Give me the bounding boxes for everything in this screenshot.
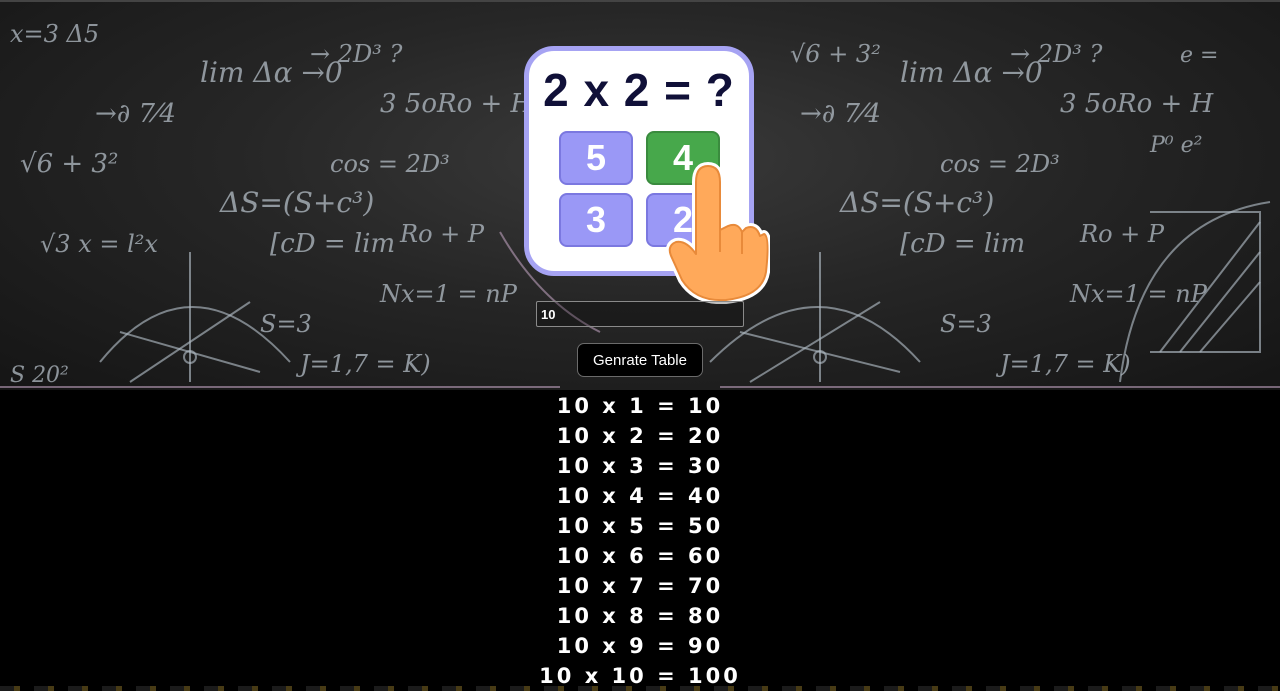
generate-table-button[interactable]: Genrate Table	[577, 343, 703, 377]
svg-text:Nx=1 = nP: Nx=1 = nP	[1069, 280, 1208, 308]
svg-text:3 5oRo + H: 3 5oRo + H	[1060, 89, 1215, 119]
table-row: 10 x 8 = 80	[556, 604, 724, 628]
table-row: 10 x 6 = 60	[556, 544, 724, 568]
svg-text:Ro + P: Ro + P	[399, 220, 485, 248]
table-row: 10 x 5 = 50	[556, 514, 724, 538]
svg-text:S 20²: S 20²	[10, 363, 69, 388]
svg-text:x=3 Δ5: x=3 Δ5	[10, 20, 99, 48]
svg-text:3 5oRo + H: 3 5oRo + H	[380, 89, 535, 119]
table-row: 10 x 3 = 30	[556, 454, 724, 478]
svg-text:ΔS=(S+c³): ΔS=(S+c³)	[839, 186, 994, 219]
svg-text:Nx=1 = nP: Nx=1 = nP	[379, 280, 518, 308]
svg-text:√6 + 3²: √6 + 3²	[790, 40, 881, 68]
quiz-option-1: 5	[559, 131, 633, 185]
table-row: 10 x 7 = 70	[556, 574, 724, 598]
svg-text:√3 x = l²x: √3 x = l²x	[40, 230, 158, 258]
pointing-hand-icon	[666, 162, 770, 304]
quiz-option-3: 3	[559, 193, 633, 247]
svg-text:[cD = lim: [cD = lim	[270, 229, 395, 259]
table-row: 10 x 2 = 20	[556, 424, 724, 448]
svg-text:→ 2D³ ?: → 2D³ ?	[1010, 40, 1103, 68]
svg-text:J=1,7 = K): J=1,7 = K)	[295, 350, 431, 378]
table-number-input[interactable]	[536, 301, 744, 327]
svg-text:ΔS=(S+c³): ΔS=(S+c³)	[219, 186, 374, 219]
bottom-background-strip	[0, 686, 1280, 691]
svg-text:Ro + P: Ro + P	[1079, 220, 1165, 248]
table-row: 10 x 1 = 10	[556, 394, 724, 418]
svg-text:cos = 2D³: cos = 2D³	[940, 150, 1060, 178]
svg-text:√6 + 3²: √6 + 3²	[20, 149, 118, 179]
hero-banner: x=3 Δ5 →∂ 7⁄4 lim Δα →0 → 2D³ ? 3 5oRo +…	[0, 0, 1280, 390]
svg-text:→∂ 7⁄4: →∂ 7⁄4	[800, 99, 881, 129]
svg-text:→ 2D³ ?: → 2D³ ?	[310, 40, 403, 68]
svg-text:S=3: S=3	[940, 310, 992, 338]
svg-text:→∂ 7⁄4: →∂ 7⁄4	[95, 99, 176, 129]
svg-text:J=1,7 = K): J=1,7 = K)	[995, 350, 1131, 378]
quiz-question: 2 x 2 = ?	[543, 64, 735, 116]
table-row: 10 x 4 = 40	[556, 484, 724, 508]
svg-text:P⁰ e²: P⁰ e²	[1149, 133, 1202, 158]
svg-text:[cD = lim: [cD = lim	[900, 229, 1025, 259]
svg-text:S=3: S=3	[260, 310, 312, 338]
multiplication-table: 10 x 1 = 10 10 x 2 = 20 10 x 3 = 30 10 x…	[0, 391, 1280, 691]
svg-text:cos = 2D³: cos = 2D³	[330, 150, 450, 178]
table-row: 10 x 9 = 90	[556, 634, 724, 658]
svg-text:e =: e =	[1180, 43, 1218, 68]
